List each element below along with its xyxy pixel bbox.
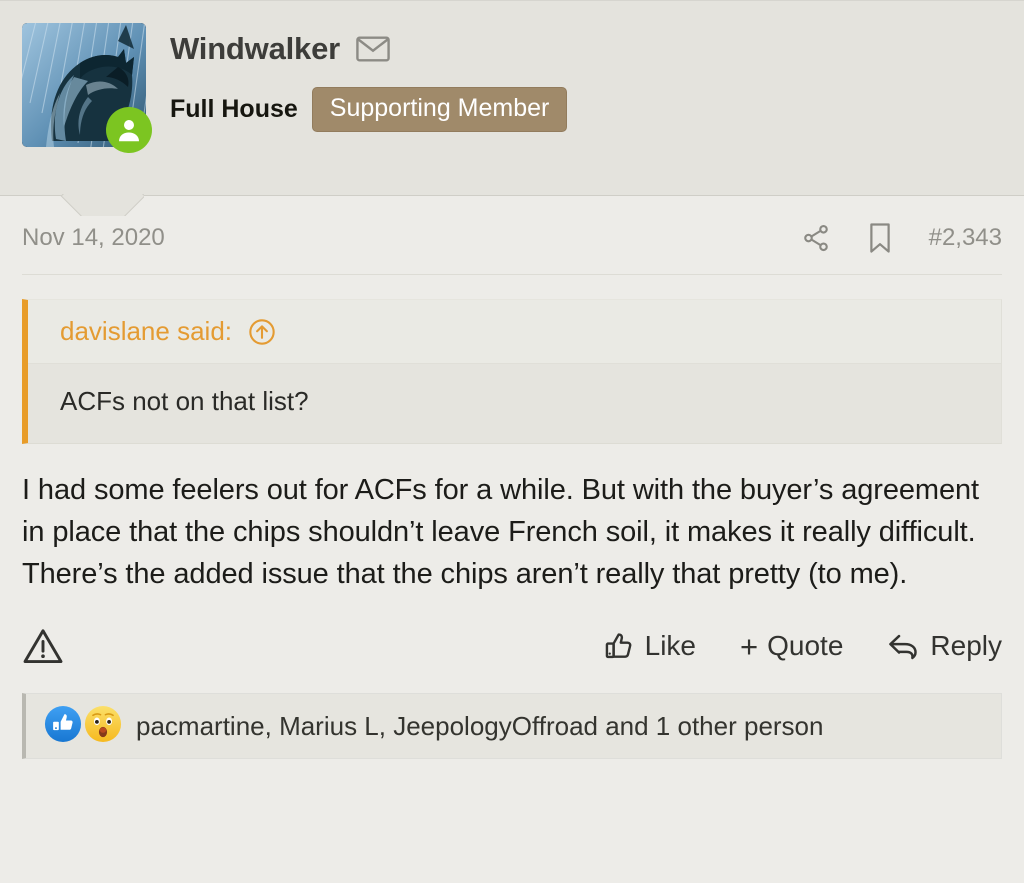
- share-icon[interactable]: [801, 223, 831, 253]
- user-title-row: Full House Supporting Member: [170, 87, 568, 132]
- like-label: Like: [644, 630, 697, 662]
- circle-up-arrow-icon[interactable]: [248, 318, 276, 346]
- bookmark-icon[interactable]: [867, 222, 893, 254]
- post-meta-actions: #2,343: [801, 222, 1002, 254]
- warning-triangle-icon[interactable]: [22, 627, 64, 665]
- post-number[interactable]: #2,343: [929, 224, 1002, 252]
- header-notch: [60, 194, 144, 216]
- post-header: Windwalker Full House Supporting Member: [0, 0, 1024, 196]
- wow-reaction-icon: [84, 705, 122, 748]
- reply-label: Reply: [930, 630, 1002, 662]
- user-online-icon: [106, 107, 152, 153]
- post-date[interactable]: Nov 14, 2020: [22, 224, 165, 252]
- reaction-text[interactable]: pacmartine, Marius L, JeepologyOffroad a…: [136, 711, 823, 742]
- username[interactable]: Windwalker: [170, 31, 340, 67]
- envelope-icon[interactable]: [356, 36, 390, 62]
- author-info: Windwalker Full House Supporting Member: [170, 23, 568, 132]
- status-badge[interactable]: Supporting Member: [311, 87, 568, 132]
- like-button[interactable]: Like: [604, 630, 696, 662]
- post-message: I had some feelers out for ACFs for a wh…: [22, 474, 979, 590]
- avatar[interactable]: [22, 23, 152, 153]
- quote-author[interactable]: davislane said:: [60, 316, 232, 347]
- post-actions: Like + Quote Reply: [22, 595, 1002, 665]
- post-meta: Nov 14, 2020 #2,343: [0, 196, 1024, 254]
- username-row: Windwalker: [170, 31, 567, 67]
- quote-header: davislane said:: [28, 300, 1001, 364]
- quote-button[interactable]: + Quote: [740, 630, 843, 662]
- reply-button[interactable]: Reply: [887, 630, 1002, 662]
- quote-label: Quote: [767, 630, 844, 662]
- meta-divider: [22, 274, 1002, 275]
- post-action-buttons: Like + Quote Reply: [604, 630, 1002, 662]
- thumbs-up-icon: [604, 630, 636, 662]
- post-body: davislane said: ACFs not on that list? I…: [0, 299, 1024, 665]
- reactions-bar[interactable]: pacmartine, Marius L, JeepologyOffroad a…: [22, 693, 1002, 760]
- quoted-post: davislane said: ACFs not on that list?: [22, 299, 1002, 444]
- forum-post: Windwalker Full House Supporting Member …: [0, 0, 1024, 883]
- plus-icon: +: [740, 628, 759, 664]
- user-title: Full House: [170, 95, 298, 123]
- like-reaction-icon: [44, 705, 82, 748]
- quote-text: ACFs not on that list?: [60, 386, 309, 416]
- reply-arrow-icon: [887, 631, 921, 661]
